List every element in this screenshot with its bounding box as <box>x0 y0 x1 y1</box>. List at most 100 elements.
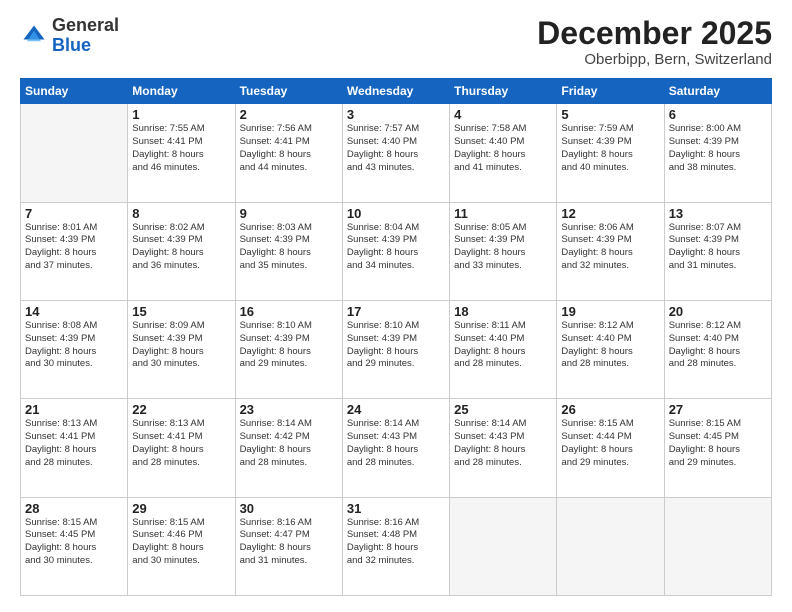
day-number: 23 <box>240 402 338 417</box>
day-number: 30 <box>240 501 338 516</box>
cell-info: Sunrise: 7:57 AMSunset: 4:40 PMDaylight:… <box>347 123 445 174</box>
calendar-cell: 16Sunrise: 8:10 AMSunset: 4:39 PMDayligh… <box>235 300 342 398</box>
day-number: 5 <box>561 107 659 122</box>
calendar-cell: 19Sunrise: 8:12 AMSunset: 4:40 PMDayligh… <box>557 300 664 398</box>
calendar-cell <box>664 497 771 595</box>
cell-info: Sunrise: 8:12 AMSunset: 4:40 PMDaylight:… <box>669 320 767 371</box>
logo-general: General <box>52 15 119 35</box>
calendar-cell: 18Sunrise: 8:11 AMSunset: 4:40 PMDayligh… <box>450 300 557 398</box>
day-number: 4 <box>454 107 552 122</box>
calendar-cell: 10Sunrise: 8:04 AMSunset: 4:39 PMDayligh… <box>342 202 449 300</box>
day-number: 9 <box>240 206 338 221</box>
day-of-week-header: Wednesday <box>342 79 449 104</box>
calendar-cell: 28Sunrise: 8:15 AMSunset: 4:45 PMDayligh… <box>21 497 128 595</box>
logo-icon <box>20 22 48 50</box>
calendar-cell: 9Sunrise: 8:03 AMSunset: 4:39 PMDaylight… <box>235 202 342 300</box>
cell-info: Sunrise: 8:08 AMSunset: 4:39 PMDaylight:… <box>25 320 123 371</box>
calendar-cell <box>557 497 664 595</box>
day-number: 6 <box>669 107 767 122</box>
day-number: 12 <box>561 206 659 221</box>
day-number: 16 <box>240 304 338 319</box>
day-of-week-header: Tuesday <box>235 79 342 104</box>
cell-info: Sunrise: 8:10 AMSunset: 4:39 PMDaylight:… <box>347 320 445 371</box>
month-title: December 2025 <box>537 16 772 51</box>
day-of-week-header: Saturday <box>664 79 771 104</box>
cell-info: Sunrise: 8:05 AMSunset: 4:39 PMDaylight:… <box>454 222 552 273</box>
cell-info: Sunrise: 8:09 AMSunset: 4:39 PMDaylight:… <box>132 320 230 371</box>
calendar-table: SundayMondayTuesdayWednesdayThursdayFrid… <box>20 78 772 596</box>
logo-blue: Blue <box>52 35 91 55</box>
day-number: 2 <box>240 107 338 122</box>
day-number: 14 <box>25 304 123 319</box>
calendar-cell: 4Sunrise: 7:58 AMSunset: 4:40 PMDaylight… <box>450 104 557 202</box>
day-number: 21 <box>25 402 123 417</box>
calendar-cell: 29Sunrise: 8:15 AMSunset: 4:46 PMDayligh… <box>128 497 235 595</box>
calendar-cell <box>450 497 557 595</box>
day-number: 8 <box>132 206 230 221</box>
cell-info: Sunrise: 7:55 AMSunset: 4:41 PMDaylight:… <box>132 123 230 174</box>
cell-info: Sunrise: 8:16 AMSunset: 4:48 PMDaylight:… <box>347 517 445 568</box>
cell-info: Sunrise: 8:15 AMSunset: 4:46 PMDaylight:… <box>132 517 230 568</box>
calendar-week-row: 21Sunrise: 8:13 AMSunset: 4:41 PMDayligh… <box>21 399 772 497</box>
cell-info: Sunrise: 8:14 AMSunset: 4:42 PMDaylight:… <box>240 418 338 469</box>
location-title: Oberbipp, Bern, Switzerland <box>537 51 772 68</box>
calendar-cell: 6Sunrise: 8:00 AMSunset: 4:39 PMDaylight… <box>664 104 771 202</box>
day-number: 24 <box>347 402 445 417</box>
header: General Blue December 2025 Oberbipp, Ber… <box>20 16 772 68</box>
calendar-cell: 8Sunrise: 8:02 AMSunset: 4:39 PMDaylight… <box>128 202 235 300</box>
calendar-cell: 27Sunrise: 8:15 AMSunset: 4:45 PMDayligh… <box>664 399 771 497</box>
calendar-cell: 13Sunrise: 8:07 AMSunset: 4:39 PMDayligh… <box>664 202 771 300</box>
calendar-cell: 2Sunrise: 7:56 AMSunset: 4:41 PMDaylight… <box>235 104 342 202</box>
calendar-cell: 21Sunrise: 8:13 AMSunset: 4:41 PMDayligh… <box>21 399 128 497</box>
day-number: 20 <box>669 304 767 319</box>
cell-info: Sunrise: 8:16 AMSunset: 4:47 PMDaylight:… <box>240 517 338 568</box>
day-number: 1 <box>132 107 230 122</box>
cell-info: Sunrise: 8:03 AMSunset: 4:39 PMDaylight:… <box>240 222 338 273</box>
day-of-week-header: Sunday <box>21 79 128 104</box>
cell-info: Sunrise: 8:10 AMSunset: 4:39 PMDaylight:… <box>240 320 338 371</box>
day-number: 28 <box>25 501 123 516</box>
calendar-cell: 17Sunrise: 8:10 AMSunset: 4:39 PMDayligh… <box>342 300 449 398</box>
logo: General Blue <box>20 16 119 56</box>
day-number: 29 <box>132 501 230 516</box>
calendar-week-row: 28Sunrise: 8:15 AMSunset: 4:45 PMDayligh… <box>21 497 772 595</box>
calendar-cell: 12Sunrise: 8:06 AMSunset: 4:39 PMDayligh… <box>557 202 664 300</box>
cell-info: Sunrise: 8:12 AMSunset: 4:40 PMDaylight:… <box>561 320 659 371</box>
cell-info: Sunrise: 8:06 AMSunset: 4:39 PMDaylight:… <box>561 222 659 273</box>
cell-info: Sunrise: 8:13 AMSunset: 4:41 PMDaylight:… <box>25 418 123 469</box>
cell-info: Sunrise: 8:04 AMSunset: 4:39 PMDaylight:… <box>347 222 445 273</box>
calendar-cell: 11Sunrise: 8:05 AMSunset: 4:39 PMDayligh… <box>450 202 557 300</box>
day-number: 27 <box>669 402 767 417</box>
calendar-cell: 5Sunrise: 7:59 AMSunset: 4:39 PMDaylight… <box>557 104 664 202</box>
day-number: 13 <box>669 206 767 221</box>
page: General Blue December 2025 Oberbipp, Ber… <box>0 0 792 612</box>
day-of-week-header: Friday <box>557 79 664 104</box>
cell-info: Sunrise: 8:15 AMSunset: 4:45 PMDaylight:… <box>25 517 123 568</box>
calendar-cell: 24Sunrise: 8:14 AMSunset: 4:43 PMDayligh… <box>342 399 449 497</box>
cell-info: Sunrise: 8:15 AMSunset: 4:44 PMDaylight:… <box>561 418 659 469</box>
day-number: 25 <box>454 402 552 417</box>
calendar-week-row: 7Sunrise: 8:01 AMSunset: 4:39 PMDaylight… <box>21 202 772 300</box>
calendar-cell: 22Sunrise: 8:13 AMSunset: 4:41 PMDayligh… <box>128 399 235 497</box>
calendar-header-row: SundayMondayTuesdayWednesdayThursdayFrid… <box>21 79 772 104</box>
cell-info: Sunrise: 8:07 AMSunset: 4:39 PMDaylight:… <box>669 222 767 273</box>
calendar-week-row: 1Sunrise: 7:55 AMSunset: 4:41 PMDaylight… <box>21 104 772 202</box>
calendar-week-row: 14Sunrise: 8:08 AMSunset: 4:39 PMDayligh… <box>21 300 772 398</box>
day-number: 15 <box>132 304 230 319</box>
cell-info: Sunrise: 8:14 AMSunset: 4:43 PMDaylight:… <box>347 418 445 469</box>
day-number: 17 <box>347 304 445 319</box>
cell-info: Sunrise: 7:56 AMSunset: 4:41 PMDaylight:… <box>240 123 338 174</box>
day-number: 7 <box>25 206 123 221</box>
calendar-cell: 30Sunrise: 8:16 AMSunset: 4:47 PMDayligh… <box>235 497 342 595</box>
calendar-cell: 1Sunrise: 7:55 AMSunset: 4:41 PMDaylight… <box>128 104 235 202</box>
calendar-cell: 26Sunrise: 8:15 AMSunset: 4:44 PMDayligh… <box>557 399 664 497</box>
day-number: 11 <box>454 206 552 221</box>
day-number: 31 <box>347 501 445 516</box>
cell-info: Sunrise: 8:02 AMSunset: 4:39 PMDaylight:… <box>132 222 230 273</box>
calendar-cell: 7Sunrise: 8:01 AMSunset: 4:39 PMDaylight… <box>21 202 128 300</box>
calendar-cell: 20Sunrise: 8:12 AMSunset: 4:40 PMDayligh… <box>664 300 771 398</box>
logo-text: General Blue <box>52 16 119 56</box>
day-number: 26 <box>561 402 659 417</box>
day-number: 18 <box>454 304 552 319</box>
calendar-cell: 23Sunrise: 8:14 AMSunset: 4:42 PMDayligh… <box>235 399 342 497</box>
